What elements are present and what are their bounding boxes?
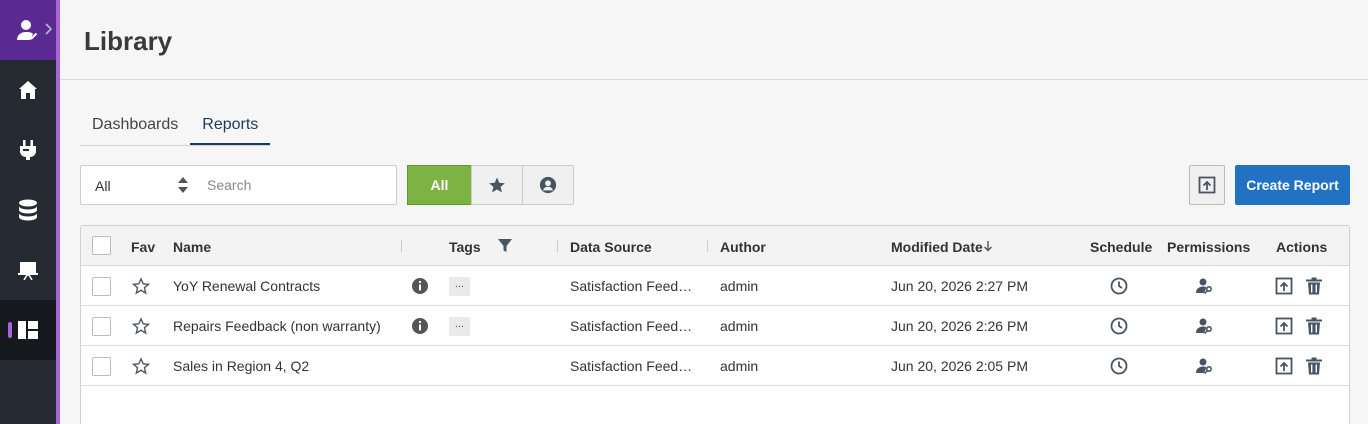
search-input[interactable]: [207, 172, 387, 198]
database-icon: [19, 199, 37, 221]
info-icon[interactable]: [411, 317, 429, 335]
home-icon: [19, 81, 37, 99]
page-title: Library: [84, 26, 173, 56]
table-row[interactable]: YoY Renewal Contracts ... Satisfaction F…: [81, 266, 1349, 306]
clock-icon[interactable]: [1110, 317, 1128, 335]
data-source: Satisfaction Feedback: [570, 358, 695, 374]
clock-icon[interactable]: [1110, 357, 1128, 375]
sidebar-item-presentations[interactable]: [0, 240, 56, 300]
upload-box-icon: [1198, 176, 1216, 194]
filter-all-button[interactable]: All: [407, 165, 472, 205]
create-report-button[interactable]: Create Report: [1235, 165, 1350, 205]
modified-date: Jun 20, 2026 2:05 PM: [891, 358, 1028, 374]
select-all-checkbox[interactable]: [92, 236, 111, 255]
active-indicator: [8, 322, 12, 338]
column-data-source[interactable]: Data Source: [570, 239, 652, 255]
tags-more-button[interactable]: ...: [449, 317, 470, 336]
page-header: Library: [60, 0, 1368, 80]
column-modified-date[interactable]: Modified Date: [891, 239, 983, 255]
row-checkbox[interactable]: [92, 317, 111, 336]
sort-down-arrow-icon[interactable]: [983, 240, 993, 252]
export-icon[interactable]: [1275, 357, 1293, 375]
user-check-icon: [17, 20, 38, 40]
trash-icon[interactable]: [1305, 357, 1323, 375]
filter-icon[interactable]: [498, 239, 512, 253]
trash-icon[interactable]: [1305, 317, 1323, 335]
filter-select[interactable]: All: [95, 178, 111, 194]
user-key-icon[interactable]: [1196, 277, 1214, 295]
export-icon[interactable]: [1275, 277, 1293, 295]
presentation-icon: [18, 262, 38, 280]
table-header: Fav Name Tags Data Source Author Modifie…: [81, 226, 1349, 266]
dashboard-icon: [18, 321, 38, 339]
sidebar-item-data[interactable]: [0, 180, 56, 240]
trash-icon[interactable]: [1305, 277, 1323, 295]
user-key-icon[interactable]: [1196, 317, 1214, 335]
table-row[interactable]: Sales in Region 4, Q2 Satisfaction Feedb…: [81, 346, 1349, 386]
filter-favorites-button[interactable]: [471, 165, 523, 205]
column-permissions: Permissions: [1167, 239, 1251, 255]
import-button[interactable]: [1189, 165, 1225, 205]
column-actions: Actions: [1276, 239, 1328, 255]
row-checkbox[interactable]: [92, 277, 111, 296]
plug-icon: [20, 140, 36, 160]
report-name[interactable]: Repairs Feedback (non warranty): [173, 318, 381, 334]
author: admin: [720, 358, 759, 374]
column-tags[interactable]: Tags: [449, 239, 481, 255]
tags-more-button[interactable]: ...: [449, 277, 470, 296]
chevron-right-icon: [45, 23, 53, 35]
modified-date: Jun 20, 2026 2:26 PM: [891, 318, 1028, 334]
star-outline-icon[interactable]: [132, 357, 150, 375]
column-fav[interactable]: Fav: [131, 239, 155, 255]
report-name[interactable]: YoY Renewal Contracts: [173, 278, 320, 294]
user-circle-icon: [539, 176, 557, 194]
row-checkbox[interactable]: [92, 357, 111, 376]
star-outline-icon[interactable]: [132, 317, 150, 335]
column-separator[interactable]: [707, 240, 708, 252]
tab-reports[interactable]: Reports: [190, 106, 271, 145]
column-name[interactable]: Name: [173, 239, 211, 255]
column-author[interactable]: Author: [720, 239, 766, 255]
modified-date: Jun 20, 2026 2:27 PM: [891, 278, 1028, 294]
export-icon[interactable]: [1275, 317, 1293, 335]
user-menu-button[interactable]: [0, 0, 56, 60]
star-filled-icon: [489, 177, 505, 193]
sidebar-item-library[interactable]: [0, 300, 56, 360]
column-separator[interactable]: [401, 240, 402, 252]
tab-dashboards[interactable]: Dashboards: [80, 106, 190, 145]
sidebar: [0, 0, 56, 424]
author: admin: [720, 278, 759, 294]
table-row[interactable]: Repairs Feedback (non warranty) ... Sati…: [81, 306, 1349, 346]
reports-table: Fav Name Tags Data Source Author Modifie…: [80, 225, 1350, 424]
sidebar-item-connections[interactable]: [0, 120, 56, 180]
sidebar-item-home[interactable]: [0, 60, 56, 120]
data-source: Satisfaction Feedback: [570, 318, 695, 334]
author: admin: [720, 318, 759, 334]
star-outline-icon[interactable]: [132, 277, 150, 295]
column-separator[interactable]: [557, 240, 558, 252]
library-tabs: Dashboards Reports: [80, 106, 271, 146]
data-source: Satisfaction Feedback: [570, 278, 695, 294]
clock-icon[interactable]: [1110, 277, 1128, 295]
column-schedule: Schedule: [1090, 239, 1153, 255]
info-icon[interactable]: [411, 277, 429, 295]
select-arrows-icon[interactable]: [177, 176, 189, 194]
report-name[interactable]: Sales in Region 4, Q2: [173, 358, 309, 374]
search-filter-box: All: [80, 165, 397, 205]
user-key-icon[interactable]: [1196, 357, 1214, 375]
filter-my-items-button[interactable]: [522, 165, 574, 205]
